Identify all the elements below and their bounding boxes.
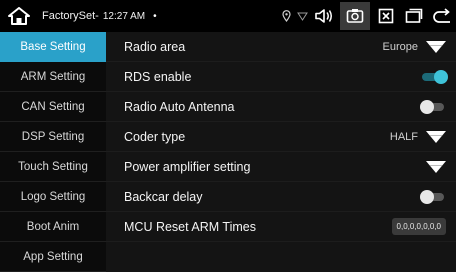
radio-auto-antenna-label: Radio Auto Antenna (124, 99, 235, 114)
dropdown-arrow-icon[interactable] (426, 40, 446, 53)
rds-enable-row: RDS enable (106, 62, 456, 92)
radio-auto-antenna-toggle[interactable] (420, 99, 444, 114)
close-app-icon[interactable] (372, 0, 400, 32)
sidebar-item-logo-setting[interactable]: Logo Setting (0, 182, 106, 212)
radio-auto-antenna-row: Radio Auto Antenna (106, 92, 456, 122)
notification-dot: • (153, 10, 157, 22)
backcar-delay-label: Backcar delay (124, 189, 203, 204)
toggle-knob (420, 99, 434, 114)
backcar-delay-toggle[interactable] (420, 189, 444, 204)
location-icon (278, 0, 294, 32)
backcar-delay-row: Backcar delay (106, 182, 456, 212)
power-amplifier-label: Power amplifier setting (124, 159, 251, 174)
window-title: FactorySet- (42, 10, 99, 22)
coder-type-label: Coder type (124, 129, 186, 144)
radio-area-row[interactable]: Radio area Europe (106, 32, 456, 62)
rds-enable-toggle[interactable] (422, 69, 448, 84)
rds-enable-label: RDS enable (124, 69, 192, 84)
volume-icon[interactable] (310, 0, 338, 32)
coder-type-row[interactable]: Coder type HALF (106, 122, 456, 152)
radio-area-value: Europe (382, 40, 418, 53)
sidebar-item-base-setting[interactable]: Base Setting (0, 32, 106, 62)
dropdown-arrow-icon[interactable] (426, 160, 446, 173)
clock: 12:27 AM (102, 10, 146, 22)
toggle-knob (434, 69, 448, 84)
wifi-signal-icon (294, 0, 310, 32)
radio-area-label: Radio area (124, 39, 186, 54)
sidebar-item-dsp-setting[interactable]: DSP Setting (0, 122, 106, 152)
coder-type-value: HALF (389, 130, 418, 143)
sidebar-item-arm-setting[interactable]: ARM Setting (0, 62, 106, 92)
status-bar: FactorySet- 12:27 AM • (0, 0, 456, 32)
sidebar-item-touch-setting[interactable]: Touch Setting (0, 152, 106, 182)
screenshot-icon[interactable] (340, 2, 370, 30)
sidebar-item-can-setting[interactable]: CAN Setting (0, 92, 106, 122)
mcu-reset-label: MCU Reset ARM Times (124, 219, 256, 234)
sidebar-item-app-setting[interactable]: App Setting (0, 242, 106, 272)
power-amplifier-row[interactable]: Power amplifier setting (106, 152, 456, 182)
sidebar: Base Setting ARM Setting CAN Setting DSP… (0, 32, 106, 272)
mcu-reset-row: MCU Reset ARM Times 0,0,0,0,0,0,0 (106, 212, 456, 242)
back-icon[interactable] (428, 0, 456, 32)
settings-list: Radio area Europe RDS enable Radio Auto … (106, 32, 456, 272)
mcu-reset-field[interactable]: 0,0,0,0,0,0,0 (391, 218, 446, 235)
toggle-knob (420, 189, 434, 204)
sidebar-item-boot-anim[interactable]: Boot Anim (0, 212, 106, 242)
recent-apps-icon[interactable] (400, 0, 428, 32)
home-icon[interactable] (0, 0, 38, 32)
dropdown-arrow-icon[interactable] (426, 130, 446, 143)
